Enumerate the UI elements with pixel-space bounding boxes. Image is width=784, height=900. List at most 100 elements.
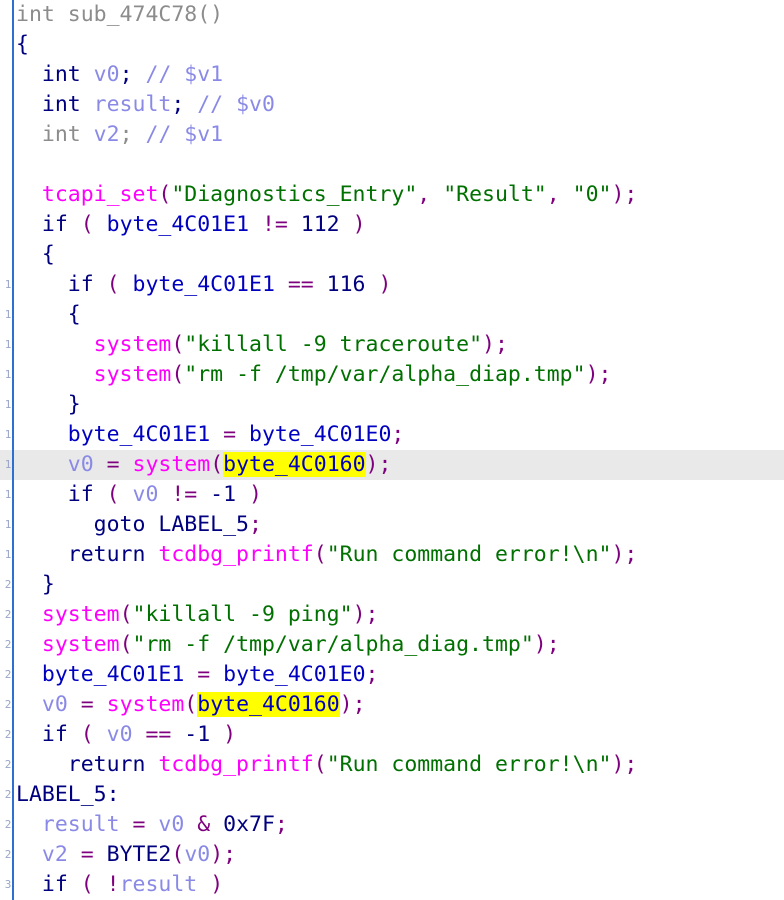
gutter-divider [12, 780, 14, 810]
token-str: "Run command error!\n" [326, 752, 612, 777]
token-punct: ( [80, 722, 107, 747]
code-line[interactable]: 17 if ( v0 != -1 ) [0, 480, 784, 510]
token-num: 112 [300, 212, 340, 237]
token-func[interactable]: tcdbg_printf [158, 752, 313, 777]
token-local[interactable]: result [42, 812, 120, 837]
token-func[interactable]: tcdbg_printf [158, 542, 313, 567]
code-line[interactable]: 27 LABEL_5: [0, 780, 784, 810]
token-punct: ); [482, 332, 508, 357]
token-local[interactable]: v0 [107, 722, 133, 747]
token-local[interactable]: v2 [94, 122, 120, 147]
code-line[interactable]: 2{ [0, 30, 784, 60]
code-line[interactable]: 14 } [0, 390, 784, 420]
code-line[interactable]: 28 result = v0 & 0x7F; [0, 810, 784, 840]
code-line[interactable]: 13 system("rm -f /tmp/var/alpha_diap.tmp… [0, 360, 784, 390]
code-line-text: v0 = system(byte_4C0160); [16, 690, 366, 720]
token-func[interactable]: system [94, 332, 172, 357]
token-glob[interactable]: byte_4C01E1 [42, 662, 184, 687]
code-line[interactable]: 4 int result; // $v0 [0, 90, 784, 120]
token-str: "Diagnostics_Entry" [171, 182, 418, 207]
token-local[interactable]: v0 [68, 452, 94, 477]
line-number: 3 [0, 60, 11, 90]
token-str: "rm -f /tmp/var/alpha_diag.tmp" [132, 632, 534, 657]
token-punct: ; [249, 512, 262, 537]
token-punct: == [132, 722, 185, 747]
pseudocode-view[interactable]: 1int sub_474C78()2{3 int v0; // $v14 int… [0, 0, 784, 900]
code-line[interactable]: 29 v2 = BYTE2(v0); [0, 840, 784, 870]
token-punct: , [546, 182, 573, 207]
gutter-divider [12, 120, 14, 150]
token-glob[interactable]: byte_4C01E1 [107, 212, 249, 237]
token-plain: } [16, 392, 81, 417]
highlighted-token[interactable]: byte_4C0160 [197, 692, 340, 717]
code-line[interactable]: 19 return tcdbg_printf("Run command erro… [0, 540, 784, 570]
token-local[interactable]: v0 [133, 482, 159, 507]
token-local[interactable]: result [120, 872, 198, 897]
line-number: 2 [0, 30, 11, 60]
code-line[interactable]: 12 system("killall -9 traceroute"); [0, 330, 784, 360]
token-glob[interactable]: byte_4C01E1 [133, 272, 275, 297]
token-punct: ); [210, 842, 237, 867]
token-func[interactable]: system [42, 632, 120, 657]
token-punct: != [158, 482, 211, 507]
highlighted-token[interactable]: byte_4C0160 [223, 452, 366, 477]
gutter-divider [12, 420, 14, 450]
code-line[interactable]: 26 return tcdbg_printf("Run command erro… [0, 750, 784, 780]
token-local[interactable]: v0 [42, 692, 68, 717]
line-number: 11 [4, 308, 11, 321]
token-punct: = [67, 842, 107, 867]
token-func[interactable]: tcapi_set [42, 182, 159, 207]
token-local[interactable]: v0 [94, 62, 120, 87]
code-line[interactable]: 16 v0 = system(byte_4C0160); [0, 450, 784, 480]
code-line[interactable]: 5 int v2; // $v1 [0, 120, 784, 150]
token-punct: ( [171, 842, 185, 867]
token-func[interactable]: system [133, 452, 211, 477]
token-punct: ) [236, 482, 262, 507]
token-cmt: // $v1 [132, 62, 224, 87]
code-line[interactable]: 6 [0, 150, 784, 180]
token-punct: ( [210, 452, 224, 477]
gutter-divider [12, 660, 14, 690]
token-func[interactable]: system [107, 692, 185, 717]
code-line[interactable]: 11 { [0, 300, 784, 330]
line-number: 7 [0, 180, 11, 210]
code-line[interactable]: 22 system("rm -f /tmp/var/alpha_diag.tmp… [0, 630, 784, 660]
code-line[interactable]: 23 byte_4C01E1 = byte_4C01E0; [0, 660, 784, 690]
token-local[interactable]: v0 [158, 812, 184, 837]
gutter-divider [12, 630, 14, 660]
token-local[interactable]: v2 [42, 842, 68, 867]
code-line-text: if ( v0 != -1 ) [16, 480, 262, 510]
token-num: -1 [184, 722, 211, 747]
code-line[interactable]: 24 v0 = system(byte_4C0160); [0, 690, 784, 720]
line-number: 22 [4, 638, 11, 651]
token-label[interactable]: LABEL_5 [158, 512, 249, 537]
code-line[interactable]: 1int sub_474C78() [0, 0, 784, 30]
code-line[interactable]: 9 { [0, 240, 784, 270]
token-glob[interactable]: byte_4C01E0 [249, 422, 391, 447]
token-punct: , [417, 182, 444, 207]
token-local[interactable]: v0 [184, 842, 210, 867]
token-local[interactable]: result [94, 92, 172, 117]
code-line-text: if ( v0 == -1 ) [16, 720, 236, 750]
code-line[interactable]: 25 if ( v0 == -1 ) [0, 720, 784, 750]
code-line[interactable]: 21 system("killall -9 ping"); [0, 600, 784, 630]
gutter-divider [12, 570, 14, 600]
token-glob[interactable]: byte_4C01E1 [68, 422, 210, 447]
token-func[interactable]: system [42, 602, 120, 627]
token-func[interactable]: system [94, 362, 172, 387]
code-line[interactable]: 15 byte_4C01E1 = byte_4C01E0; [0, 420, 784, 450]
code-line[interactable]: 10 if ( byte_4C01E1 == 116 ) [0, 270, 784, 300]
line-number: 9 [0, 240, 11, 270]
token-glob[interactable]: byte_4C01E0 [223, 662, 365, 687]
code-line[interactable]: 20 } [0, 570, 784, 600]
code-line[interactable]: 8 if ( byte_4C01E1 != 112 ) [0, 210, 784, 240]
token-num: 116 [326, 272, 366, 297]
code-line-text: byte_4C01E1 = byte_4C01E0; [16, 420, 405, 450]
code-line[interactable]: 7 tcapi_set("Diagnostics_Entry", "Result… [0, 180, 784, 210]
code-line[interactable]: 18 goto LABEL_5; [0, 510, 784, 540]
token-label[interactable]: LABEL_5: [16, 782, 120, 807]
line-number: 13 [4, 368, 11, 381]
code-line[interactable]: 3 int v0; // $v1 [0, 60, 784, 90]
